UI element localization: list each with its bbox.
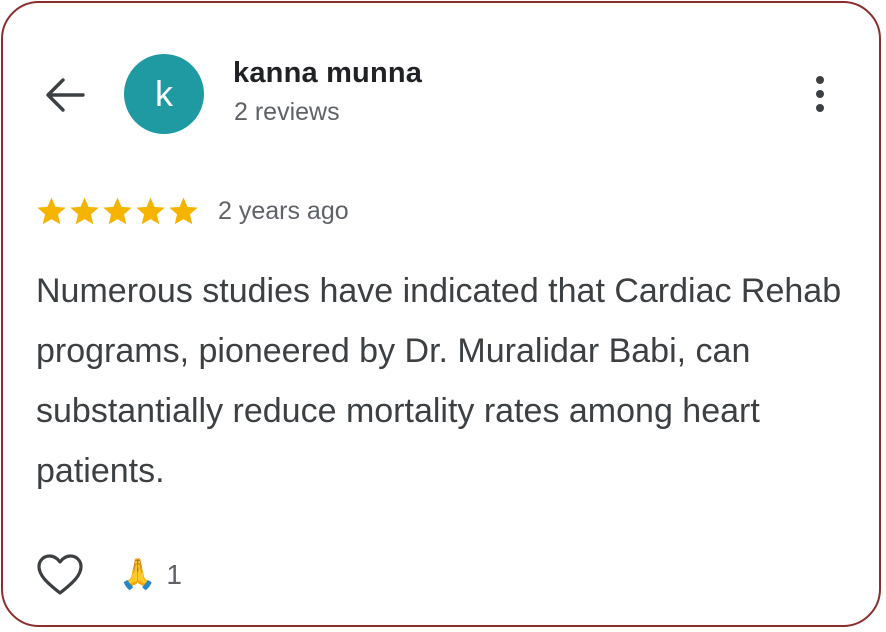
star-rating [35, 195, 200, 228]
star-icon [136, 196, 165, 224]
more-vertical-icon [816, 76, 824, 84]
avatar[interactable]: k [124, 54, 204, 134]
review-card: k kanna munna 2 reviews 2 years ago Nume… [1, 1, 881, 627]
reaction-count: 1 [166, 559, 182, 590]
arrow-left-icon [46, 78, 85, 112]
star-icon [103, 196, 132, 224]
more-vertical-icon-dot [816, 104, 824, 112]
review-actions: 🙏 1 [35, 551, 182, 599]
rating-row: 2 years ago [35, 193, 349, 229]
star-icon [37, 196, 66, 224]
review-date: 2 years ago [218, 196, 349, 225]
star-icon [70, 196, 99, 224]
review-text: Numerous studies have indicated that Car… [36, 272, 842, 490]
avatar-letter: k [155, 73, 173, 114]
heart-outline-icon [37, 554, 83, 595]
reviewer-name[interactable]: kanna munna [233, 57, 422, 90]
like-button[interactable] [35, 551, 85, 599]
reviewer-review-count: 2 reviews [234, 98, 340, 126]
reaction-button[interactable]: 🙏 1 [119, 559, 182, 591]
star-icon [169, 196, 198, 224]
more-options-button[interactable] [803, 71, 837, 117]
back-button[interactable] [39, 73, 91, 117]
more-vertical-icon-dot [816, 90, 824, 98]
folded-hands-icon: 🙏 [119, 558, 157, 591]
